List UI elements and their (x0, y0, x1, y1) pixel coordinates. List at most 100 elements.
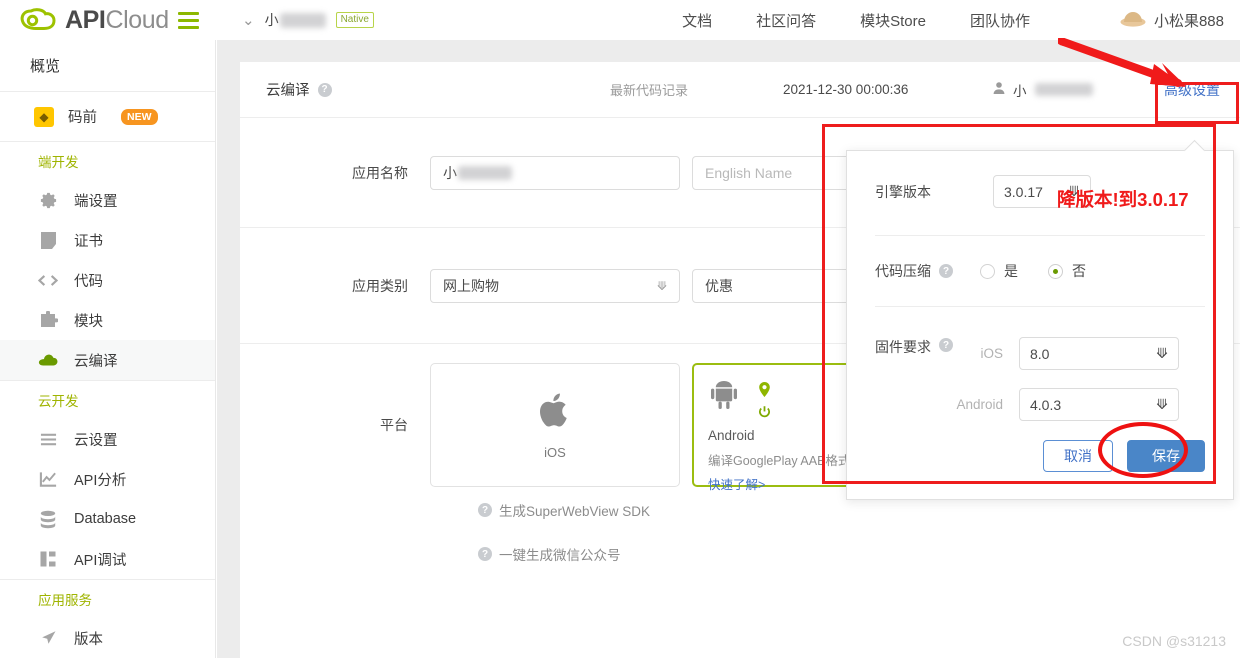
power-icon (758, 405, 771, 424)
engine-version-select[interactable]: 3.0.17 ⟱ (993, 175, 1091, 208)
user-menu[interactable]: 小松果888 (1120, 9, 1228, 32)
apple-icon (538, 390, 572, 435)
record-user: 小 (992, 80, 1093, 100)
sidebar-item-label: 代码 (74, 273, 103, 290)
project-name-text: 小 (264, 12, 279, 28)
app-category-value: 网上购物 (443, 277, 499, 294)
nav-docs[interactable]: 文档 (682, 10, 712, 31)
sidebar-item-label: 证书 (74, 233, 103, 250)
top-nav: 文档 社区问答 模块Store 团队协作 小松果888 (682, 9, 1240, 32)
sidebar-item-zhengshu[interactable]: 证书 (0, 220, 215, 260)
database-icon (38, 509, 58, 529)
sidebar-item-overview[interactable]: 概览 (0, 40, 215, 92)
sidebar-item-banben[interactable]: 版本 (0, 618, 215, 658)
sidebar-item-label: 云编译 (74, 353, 118, 370)
sidebar-item-daima[interactable]: 代码 (0, 260, 215, 300)
radio-circle (980, 263, 995, 279)
sidebar-heading-duankaifa: 端开发 (38, 155, 79, 170)
project-selector[interactable]: ⌄ 小 Native (216, 10, 374, 30)
platform-android-label: Android (708, 428, 755, 443)
latest-record-date: 2021-12-30 00:00:36 (783, 82, 909, 97)
generate-wechat-label: 一键生成微信公众号 (499, 548, 621, 563)
platform-card-ios[interactable]: iOS (430, 363, 680, 487)
person-icon (992, 81, 1006, 98)
sidebar-item-maqian[interactable]: ◆ 码前 NEW (0, 92, 215, 142)
cloud-avatar-icon (1120, 9, 1146, 32)
firmware-ios-value: 8.0 (1030, 345, 1050, 362)
firmware-req-label: 固件要求 (875, 339, 931, 355)
redacted-block (1034, 83, 1093, 96)
sidebar-item-mokuai[interactable]: 模块 (0, 300, 215, 340)
chevron-down-icon: ⟱ (656, 278, 667, 293)
top-bar: APICloud ⌄ 小 Native 文档 社区问答 模块Store 团队协作 (0, 0, 1240, 40)
sidebar-item-label: 云设置 (74, 432, 118, 449)
compress-radio-no[interactable]: 否 (1048, 261, 1086, 281)
brand-area[interactable]: APICloud (0, 0, 216, 40)
firmware-android-value: 4.0.3 (1030, 396, 1062, 413)
code-compress-label: 代码压缩 (875, 263, 931, 279)
save-button[interactable]: 保存 (1127, 440, 1205, 472)
popup-row-engine: 引擎版本 3.0.17 ⟱ (847, 175, 1233, 208)
generate-sdk-link[interactable]: ? 生成SuperWebView SDK (478, 500, 1240, 520)
new-badge: NEW (121, 108, 158, 125)
sidebar-item-database[interactable]: Database (0, 499, 215, 539)
sidebar-item-label: 码前 (68, 110, 97, 126)
firmware-android-label: Android (956, 397, 1003, 412)
bottom-links: ? 生成SuperWebView SDK ? 一键生成微信公众号 (240, 500, 1240, 564)
android-robot-icon (708, 379, 740, 416)
question-mark-icon: ? (478, 503, 492, 517)
sidebar-item-label: 端设置 (74, 193, 118, 210)
generate-sdk-label: 生成SuperWebView SDK (499, 504, 651, 519)
cancel-button[interactable]: 取消 (1043, 440, 1113, 472)
popup-divider (875, 235, 1205, 236)
cloud-logo-icon (20, 7, 56, 33)
sidebar-item-yunbianyi[interactable]: 云编译 (0, 340, 215, 380)
brand-text: APICloud (65, 6, 169, 35)
watermark: CSDN @s31213 (1122, 633, 1226, 649)
compress-yes-label: 是 (1004, 263, 1018, 279)
sidebar-item-yunshezhi[interactable]: 云设置 (0, 419, 215, 459)
generate-wechat-link[interactable]: ? 一键生成微信公众号 (478, 544, 1240, 564)
app-name-input[interactable]: 小 (430, 155, 680, 190)
app-root: APICloud ⌄ 小 Native 文档 社区问答 模块Store 团队协作 (0, 0, 1240, 658)
sidebar-item-api-tiaoshi[interactable]: API调试 (0, 539, 215, 579)
cloud-compile-card: 云编译 ? 最新代码记录 2021-12-30 00:00:36 小 高级设置 (240, 62, 1240, 658)
api-debug-icon (38, 549, 58, 569)
android-learn-link[interactable]: 快速了解> (708, 474, 765, 493)
rocket-icon (38, 628, 58, 648)
page-title: 云编译 (266, 83, 310, 99)
question-mark-icon[interactable]: ? (317, 82, 332, 97)
app-category-select[interactable]: 网上购物 ⟱ (430, 268, 680, 303)
app-english-name-placeholder: English Name (705, 164, 793, 181)
question-mark-icon[interactable]: ? (939, 264, 953, 278)
chevron-down-icon[interactable]: ⌄ (242, 11, 255, 29)
engine-version-value: 3.0.17 (1004, 183, 1043, 200)
card-header: 云编译 ? 最新代码记录 2021-12-30 00:00:36 小 高级设置 (240, 62, 1240, 118)
nav-team[interactable]: 团队协作 (970, 10, 1030, 31)
radio-circle-selected (1048, 263, 1063, 279)
nav-module-store[interactable]: 模块Store (860, 10, 926, 31)
nav-community[interactable]: 社区问答 (756, 10, 816, 31)
redacted-block (279, 12, 326, 28)
main-content: 云编译 ? 最新代码记录 2021-12-30 00:00:36 小 高级设置 (217, 40, 1240, 658)
compress-no-label: 否 (1072, 263, 1086, 279)
sidebar-item-api-fenxi[interactable]: API分析 (0, 459, 215, 499)
chart-icon (38, 469, 58, 489)
firmware-ios-select[interactable]: 8.0 ⟱ (1019, 337, 1179, 370)
project-name: 小 (265, 10, 326, 30)
sidebar-item-label: 概览 (30, 58, 61, 75)
hamburger-menu-icon[interactable] (177, 8, 199, 33)
maqian-icon: ◆ (34, 106, 54, 127)
sidebar-item-label: API调试 (74, 552, 127, 569)
latest-record-label: 最新代码记录 (610, 83, 689, 98)
sidebar-item-label: Database (74, 511, 137, 527)
cloud-icon (38, 350, 58, 370)
firmware-android-select[interactable]: 4.0.3 ⟱ (1019, 388, 1179, 421)
compress-radio-yes[interactable]: 是 (980, 261, 1018, 281)
sidebar-item-duanshezhi[interactable]: 端设置 (0, 180, 215, 220)
advanced-settings-button[interactable]: 高级设置 (1164, 80, 1220, 100)
popup-actions: 取消 保存 (847, 440, 1233, 472)
field-label: 应用类别 (352, 277, 408, 294)
sidebar-item-label: 版本 (74, 631, 103, 648)
project-type-tag: Native (335, 12, 374, 28)
